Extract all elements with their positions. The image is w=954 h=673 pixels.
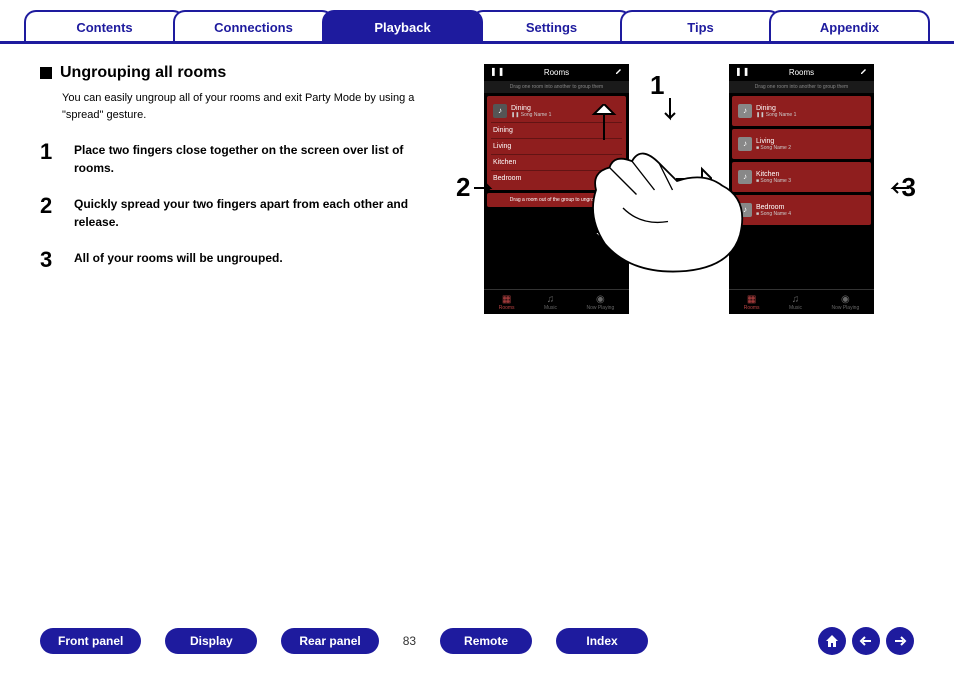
index-button[interactable]: Index [556, 628, 648, 654]
remote-button[interactable]: Remote [440, 628, 532, 654]
phone-subheader: Drag one room into another to group them [484, 81, 629, 93]
phone-footer: ▦Rooms ♫Music ◉Now Playing [484, 289, 629, 314]
section-intro: You can easily ungroup all of your rooms… [40, 90, 444, 123]
footer-tab-nowplaying: ◉Now Playing [831, 294, 859, 311]
bottom-nav: Front panel Display Rear panel 83 Remote… [0, 627, 954, 655]
tab-playback[interactable]: Playback [322, 10, 483, 41]
step-text: All of your rooms will be ungrouped. [74, 249, 444, 271]
step-text: Place two fingers close together on the … [74, 141, 444, 177]
prev-page-button[interactable] [852, 627, 880, 655]
phone-footer: ▦Rooms ♫Music ◉Now Playing [729, 289, 874, 314]
phone-header: ❚❚ Rooms [484, 64, 629, 81]
phone-header: ❚❚ Rooms [729, 64, 874, 81]
step-text: Quickly spread your two fingers apart fr… [74, 195, 444, 231]
callout-number-1: 1 [650, 70, 664, 101]
arrow-left-icon [887, 182, 909, 196]
step-1: 1 Place two fingers close together on th… [40, 141, 444, 177]
room-name: Kitchen [493, 159, 516, 166]
tab-appendix[interactable]: Appendix [769, 10, 930, 41]
room-name: Living [493, 143, 511, 150]
edit-icon [860, 67, 868, 77]
room-name: Living [756, 138, 774, 145]
page-number: 83 [403, 634, 416, 648]
rear-panel-button[interactable]: Rear panel [281, 628, 378, 654]
tab-contents[interactable]: Contents [24, 10, 185, 41]
footer-tab-music: ♫Music [789, 294, 802, 311]
section-marker-icon [40, 67, 52, 79]
footer-tab-music: ♫Music [544, 294, 557, 311]
song-name: Song Name 4 [760, 211, 791, 217]
tab-connections[interactable]: Connections [173, 10, 334, 41]
room-name: Dining [493, 127, 513, 134]
edit-icon [615, 67, 623, 77]
front-panel-button[interactable]: Front panel [40, 628, 141, 654]
step-3: 3 All of your rooms will be ungrouped. [40, 249, 444, 271]
step-number: 3 [40, 249, 60, 271]
phone-title: Rooms [544, 68, 569, 77]
footer-tab-rooms: ▦Rooms [499, 294, 515, 311]
step-number: 2 [40, 195, 60, 231]
speaker-icon: ♪ [493, 104, 507, 118]
display-button[interactable]: Display [165, 628, 257, 654]
phone-after: ❚❚ Rooms Drag one room into another to g… [729, 64, 874, 314]
room-name: Bedroom [756, 204, 784, 211]
tab-tips[interactable]: Tips [620, 10, 781, 41]
song-name: Song Name 1 [766, 112, 797, 118]
room-name: Bedroom [493, 175, 521, 182]
room-name: Dining [756, 105, 776, 112]
section-heading: Ungrouping all rooms [60, 64, 226, 82]
footer-tab-rooms: ▦Rooms [744, 294, 760, 311]
phone-title: Rooms [789, 68, 814, 77]
tab-settings[interactable]: Settings [471, 10, 632, 41]
hand-gesture-icon [569, 114, 749, 284]
next-page-button[interactable] [886, 627, 914, 655]
home-button[interactable] [818, 627, 846, 655]
room-name: Kitchen [756, 171, 779, 178]
step-number: 1 [40, 141, 60, 177]
song-name: Song Name 3 [760, 178, 791, 184]
top-tabs: Contents Connections Playback Settings T… [0, 0, 954, 44]
arrow-right-icon [474, 182, 496, 196]
footer-tab-nowplaying: ◉Now Playing [586, 294, 614, 311]
room-name: Dining [511, 105, 531, 112]
song-name: Song Name 1 [521, 112, 552, 118]
step-2: 2 Quickly spread your two fingers apart … [40, 195, 444, 231]
illustration-area: ❚❚ Rooms Drag one room into another to g… [474, 64, 914, 289]
song-name: Song Name 2 [760, 145, 791, 151]
pause-icon: ❚❚ [490, 67, 505, 76]
pause-icon: ❚❚ [735, 67, 750, 76]
callout-number-2: 2 [456, 172, 470, 203]
phone-subheader: Drag one room into another to group them [729, 81, 874, 93]
